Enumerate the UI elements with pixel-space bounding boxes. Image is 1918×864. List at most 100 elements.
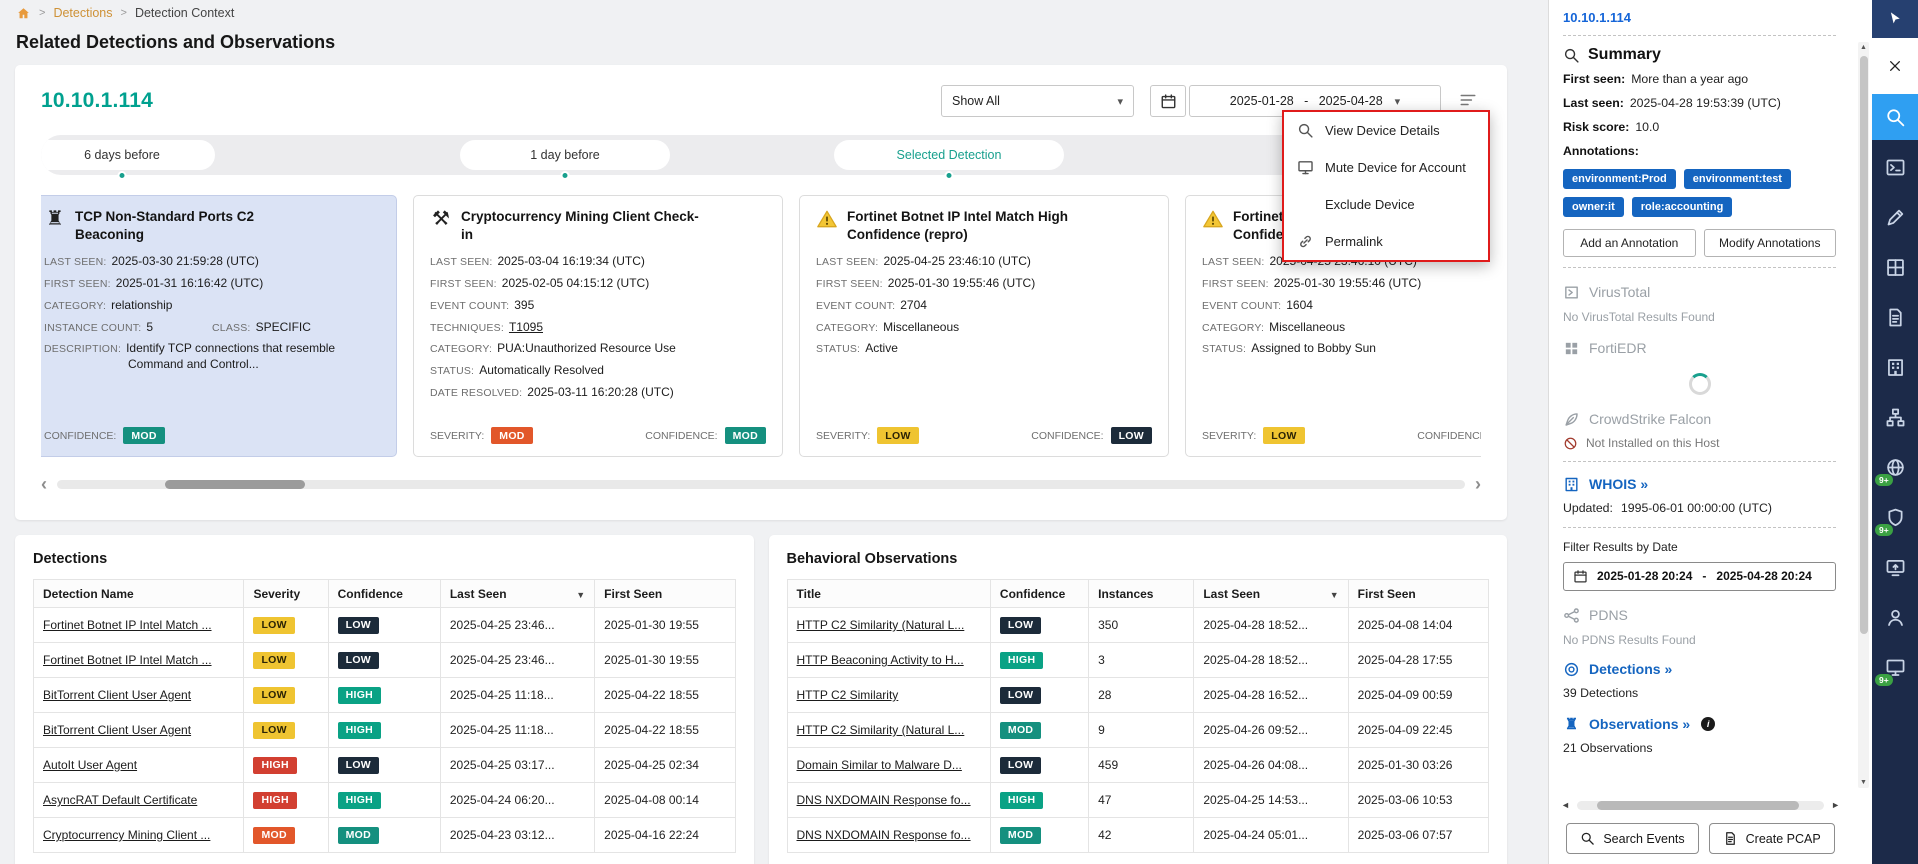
detection-link[interactable]: BitTorrent Client User Agent [43,723,191,737]
carousel-right-arrow[interactable]: › [1475,475,1481,493]
table-header-cell[interactable]: Confidence [328,580,440,608]
info-icon[interactable]: i [1701,717,1715,731]
building-tool-button[interactable] [1872,344,1918,390]
table-header-cell[interactable]: Confidence [990,580,1088,608]
vertical-scrollbar[interactable]: ▲ ▼ [1858,42,1869,788]
context-menu-item[interactable]: Permalink [1284,223,1488,260]
close-panel-button[interactable] [1872,38,1918,94]
warning-icon [816,208,838,230]
annotation-chip[interactable]: owner:it [1563,197,1624,217]
table-header-cell[interactable]: Detection Name [34,580,244,608]
table-row: BitTorrent Client User AgentLOWHIGH2025-… [34,713,736,748]
carousel-track[interactable] [57,480,1465,489]
table-header-cell[interactable]: Last Seen▼ [1194,580,1348,608]
card-header: ♜TCP Non-Standard Ports C2 Beaconing [44,208,380,244]
terminal-tool-button[interactable] [1872,144,1918,190]
add-annotation-button[interactable]: Add an Annotation [1563,229,1696,257]
pen-tool-button[interactable] [1872,194,1918,240]
detection-link[interactable]: Cryptocurrency Mining Client ... [43,828,210,842]
severity-badge: LOW [253,617,294,634]
table-header-cell[interactable]: Title [787,580,990,608]
field-value: Miscellaneous [883,320,959,334]
modify-annotations-button[interactable]: Modify Annotations [1704,229,1837,257]
create-pcap-button[interactable]: Create PCAP [1709,823,1835,854]
filter-date-range[interactable]: 2025-01-28 20:24 - 2025-04-28 20:24 [1563,562,1836,591]
globe-tool-button[interactable]: 9+ [1872,444,1918,490]
timeline-label[interactable]: 1 day before [460,140,670,170]
hierarchy-tool-button[interactable] [1872,394,1918,440]
hscrollbar-thumb[interactable] [1597,801,1800,810]
whois-link[interactable]: WHOIS » [1563,476,1836,493]
observation-link[interactable]: DNS NXDOMAIN Response fo... [797,793,971,807]
detection-card[interactable]: ⚒Cryptocurrency Mining Client Check-inLA… [413,195,783,457]
observation-link[interactable]: DNS NXDOMAIN Response fo... [797,828,971,842]
observation-link[interactable]: HTTP C2 Similarity (Natural L... [797,723,965,737]
scroll-down-arrow[interactable]: ▼ [1858,779,1869,786]
detection-link[interactable]: BitTorrent Client User Agent [43,688,191,702]
breadcrumb-link-detections[interactable]: Detections [53,6,112,20]
observation-link[interactable]: HTTP C2 Similarity (Natural L... [797,618,965,632]
scroll-left-arrow[interactable]: ◄ [1561,800,1570,810]
sort-icon[interactable]: ▼ [1330,590,1339,600]
confidence-badge: HIGH [1000,652,1043,669]
context-menu-item[interactable]: Exclude Device [1284,186,1488,223]
observation-link[interactable]: HTTP Beaconing Activity to H... [797,653,964,667]
annotation-chip[interactable]: environment:test [1684,169,1791,189]
virustotal-label: VirusTotal [1589,284,1650,300]
show-all-select[interactable]: Show All ▾ [941,85,1134,117]
table-header-cell[interactable]: Instances [1089,580,1194,608]
timeline-label[interactable]: Selected Detection [834,140,1064,170]
carousel-thumb[interactable] [165,480,305,489]
detection-link[interactable]: Fortinet Botnet IP Intel Match ... [43,653,212,667]
carousel-left-arrow[interactable]: ‹ [41,475,47,493]
virustotal-status: No VirusTotal Results Found [1563,310,1836,324]
grid-tool-button[interactable] [1872,244,1918,290]
technique-link[interactable]: T1095 [509,320,543,334]
annotation-chip[interactable]: role:accounting [1632,197,1733,217]
slash-circle-icon [1563,436,1578,451]
monitor-tool-button[interactable]: 9+ [1872,644,1918,690]
card-field: EVENT COUNT:1604 [1202,297,1481,313]
detection-link[interactable]: AutoIt User Agent [43,758,137,772]
sort-icon[interactable]: ▼ [576,590,585,600]
hscrollbar-track[interactable] [1577,801,1824,810]
search-tool-button[interactable] [1872,94,1918,140]
scroll-up-arrow[interactable]: ▲ [1858,44,1869,51]
severity-field: SEVERITY:MOD [430,427,533,444]
card-title: Fortinet Botnet IP Intel Match High Conf… [847,208,1087,244]
menu-icon [1457,91,1479,109]
cursor-tool-button[interactable] [1872,0,1918,38]
detection-link[interactable]: Fortinet Botnet IP Intel Match ... [43,618,212,632]
home-icon[interactable] [16,6,31,21]
observations-link[interactable]: ♜ Observations » i [1563,716,1836,733]
table-cell: Fortinet Botnet IP Intel Match ... [34,643,244,678]
calendar-button[interactable] [1150,85,1186,117]
observation-link[interactable]: HTTP C2 Similarity [797,688,899,702]
search-events-button[interactable]: Search Events [1566,823,1698,854]
field-label: EVENT COUNT: [816,300,895,312]
timeline: 6 days before 1 day before Selected Detect… [41,135,1481,181]
screen-share-tool-button[interactable] [1872,544,1918,590]
timeline-label[interactable]: 6 days before [41,140,215,170]
confidence-badge: MOD [123,427,164,444]
device-ip-link[interactable]: 10.10.1.114 [1563,10,1836,25]
context-menu-item[interactable]: Mute Device for Account [1284,149,1488,186]
detection-card[interactable]: Fortinet Botnet IP Intel Match High Conf… [799,195,1169,457]
detection-link[interactable]: AsyncRAT Default Certificate [43,793,197,807]
report-tool-button[interactable] [1872,294,1918,340]
detections-link[interactable]: Detections » [1563,661,1836,678]
observation-link[interactable]: Domain Similar to Malware D... [797,758,962,772]
detection-card[interactable]: ♜TCP Non-Standard Ports C2 BeaconingLAST… [41,195,397,457]
confidence-badge: HIGH [1000,792,1043,809]
table-header-cell[interactable]: Severity [244,580,328,608]
table-header-cell[interactable]: First Seen [595,580,735,608]
scroll-right-arrow[interactable]: ► [1831,800,1840,810]
user-tool-button[interactable] [1872,594,1918,640]
table-header-cell[interactable]: First Seen [1348,580,1488,608]
panel-menu-button[interactable] [1457,91,1481,111]
shield-tool-button[interactable]: 9+ [1872,494,1918,540]
table-header-cell[interactable]: Last Seen▼ [440,580,594,608]
context-menu-item[interactable]: View Device Details [1284,112,1488,149]
vscrollbar-thumb[interactable] [1860,56,1868,634]
annotation-chip[interactable]: environment:Prod [1563,169,1676,189]
